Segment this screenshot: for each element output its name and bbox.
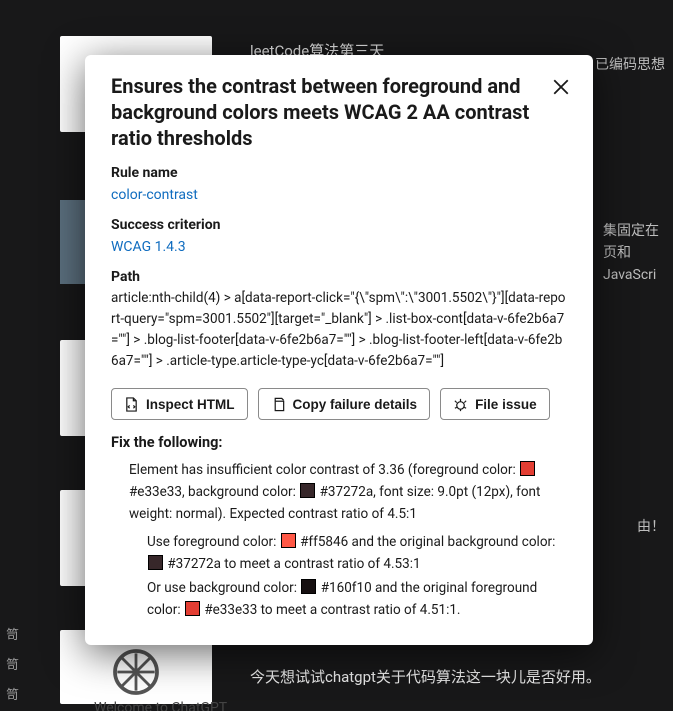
bg-welcome-text: Welcome to ChatGPT — [94, 700, 227, 711]
bug-icon — [453, 397, 468, 412]
color-swatch-fg — [185, 601, 200, 616]
path-label: Path — [111, 269, 567, 285]
path-value: article:nth-child(4) > a[data-report-cli… — [111, 288, 567, 372]
file-issue-label: File issue — [475, 397, 537, 412]
success-criterion-label: Success criterion — [111, 217, 567, 233]
accessibility-issue-modal: Ensures the contrast between foreground … — [85, 55, 593, 645]
color-swatch-alt-bg — [301, 579, 316, 594]
fix-text: #ff5846 and the original background colo… — [300, 534, 555, 550]
bg-right-text-1: 已编码思想 — [595, 54, 665, 76]
rule-name-link[interactable]: color-contrast — [111, 187, 198, 203]
side-char-1: 笥 — [6, 624, 19, 643]
fix-main-line: Element has insufficient color contrast … — [129, 459, 567, 525]
rule-name-label: Rule name — [111, 165, 567, 181]
inspect-html-label: Inspect HTML — [146, 397, 235, 412]
fix-text: Or use background color: — [147, 580, 300, 596]
file-issue-button[interactable]: File issue — [440, 388, 550, 420]
openai-logo-icon — [108, 644, 164, 700]
fix-text: #37272a to meet a contrast ratio of 4.53… — [167, 556, 420, 572]
bg-right-text-3: 由！ — [637, 516, 665, 538]
document-code-icon — [124, 397, 139, 412]
copy-failure-button[interactable]: Copy failure details — [258, 388, 431, 420]
inspect-html-button[interactable]: Inspect HTML — [111, 388, 248, 420]
close-icon — [552, 78, 570, 96]
fix-body: Element has insufficient color contrast … — [111, 459, 567, 621]
color-swatch-alt-fg — [281, 533, 296, 548]
color-swatch-bg — [300, 483, 315, 498]
copy-icon — [271, 397, 286, 412]
fix-heading: Fix the following: — [111, 434, 567, 451]
fix-text: #e33e33 to meet a contrast ratio of 4.51… — [204, 602, 460, 618]
action-button-row: Inspect HTML Copy failure details File i… — [111, 388, 567, 420]
fix-alt-2: Or use background color: #160f10 and the… — [129, 577, 567, 621]
color-swatch-bg — [148, 555, 163, 570]
fix-text: #e33e33, background color: — [129, 484, 299, 500]
fix-text: Element has insufficient color contrast … — [129, 462, 519, 478]
bg-right-text-2: 集固定在页和JavaScri — [603, 220, 665, 286]
modal-title: Ensures the contrast between foreground … — [111, 73, 543, 151]
side-char-2: 笥 — [6, 654, 19, 673]
fix-text: Use foreground color: — [147, 534, 280, 550]
fix-alt-1: Use foreground color: #ff5846 and the or… — [129, 531, 567, 575]
success-criterion-link[interactable]: WCAG 1.4.3 — [111, 239, 186, 255]
bg-chat-line: 今天想试试chatgpt关于代码算法这一块儿是否好用。 — [250, 666, 601, 687]
color-swatch-fg — [520, 461, 535, 476]
copy-failure-label: Copy failure details — [293, 397, 418, 412]
close-button[interactable] — [549, 75, 573, 99]
page-background: leetCode算法第三天 已编码思想 集固定在页和JavaScri 由！ 今天… — [0, 0, 673, 711]
side-char-3: 笥 — [6, 684, 19, 703]
